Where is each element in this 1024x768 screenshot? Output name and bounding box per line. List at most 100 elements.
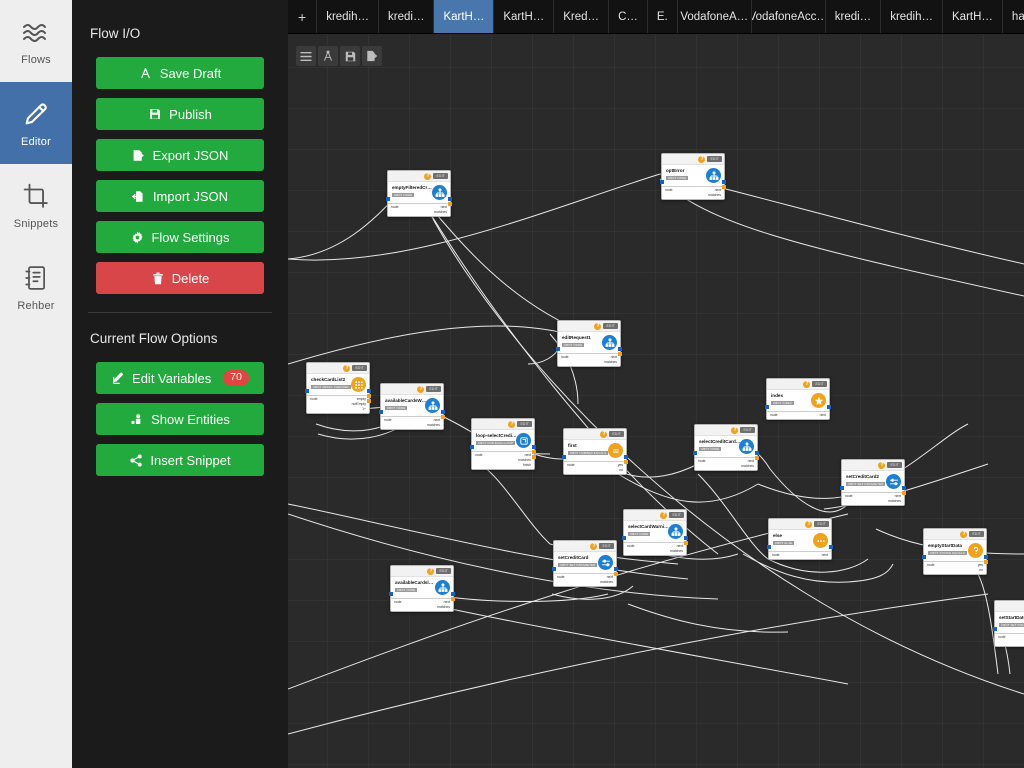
help-icon[interactable]: ? bbox=[878, 462, 885, 469]
node-output-port[interactable] bbox=[532, 450, 536, 454]
tab-item[interactable]: kredih… bbox=[881, 0, 943, 33]
export-icon[interactable] bbox=[362, 46, 382, 66]
help-icon[interactable]: ? bbox=[417, 386, 424, 393]
add-tab-button[interactable]: + bbox=[288, 0, 317, 33]
save-draft-button[interactable]: Save Draft bbox=[96, 57, 264, 89]
node-input-port[interactable] bbox=[379, 410, 383, 414]
node-input-port[interactable] bbox=[922, 555, 926, 559]
flow-node[interactable]: ?EDITcheckCardList2CBOT ARRAY CHECKERnod… bbox=[306, 362, 370, 414]
node-output-port[interactable] bbox=[827, 405, 831, 409]
node-input-port[interactable] bbox=[840, 486, 844, 490]
tab-item[interactable]: KartH… bbox=[943, 0, 1003, 33]
sidebar-item-flows[interactable]: Flows bbox=[0, 0, 72, 82]
help-icon[interactable]: ? bbox=[803, 381, 810, 388]
insert-snippet-button[interactable]: Insert Snippet bbox=[96, 444, 264, 476]
delete-button[interactable]: Delete bbox=[96, 262, 264, 294]
node-edit-button[interactable]: EDIT bbox=[603, 323, 618, 329]
tab-item[interactable]: E. bbox=[648, 0, 678, 33]
flow-node[interactable]: ?EDITeditRequest1CBOT NODEnodenextmatche… bbox=[557, 320, 621, 367]
menu-icon[interactable] bbox=[296, 46, 316, 66]
help-icon[interactable]: ? bbox=[427, 568, 434, 575]
node-output-port[interactable] bbox=[441, 415, 445, 419]
node-output-port[interactable] bbox=[448, 202, 452, 206]
edit-variables-button[interactable]: Edit Variables 70 bbox=[96, 362, 264, 394]
floppy-icon[interactable] bbox=[340, 46, 360, 66]
node-input-port[interactable] bbox=[556, 347, 560, 351]
node-output-port[interactable] bbox=[684, 541, 688, 545]
node-edit-button[interactable]: EDIT bbox=[969, 531, 984, 537]
node-input-port[interactable] bbox=[562, 455, 566, 459]
flow-node[interactable]: ?EDITindexCBOT INDEXnodenext bbox=[766, 378, 830, 420]
node-output-port[interactable] bbox=[614, 567, 618, 571]
flow-node[interactable]: ?EDITselectCreditCard…CBOT NODEnodenextm… bbox=[694, 424, 758, 471]
node-edit-button[interactable]: EDIT bbox=[599, 543, 614, 549]
tab-item[interactable]: VodafoneA… bbox=[678, 0, 752, 33]
node-output-port[interactable] bbox=[367, 389, 371, 393]
node-input-port[interactable] bbox=[552, 567, 556, 571]
import-json-button[interactable]: Import JSON bbox=[96, 180, 264, 212]
tab-item[interactable]: Kred… bbox=[554, 0, 609, 33]
node-output-port[interactable] bbox=[614, 572, 618, 576]
node-edit-button[interactable]: EDIT bbox=[436, 568, 451, 574]
flow-node[interactable]: ?EDITemptyFilteredCre…CBOT NODEnodenextm… bbox=[387, 170, 451, 217]
node-output-port[interactable] bbox=[722, 185, 726, 189]
node-edit-button[interactable]: EDIT bbox=[426, 386, 441, 392]
node-output-port[interactable] bbox=[441, 410, 445, 414]
help-icon[interactable]: ? bbox=[590, 543, 597, 550]
node-input-port[interactable] bbox=[386, 197, 390, 201]
tab-item[interactable]: kredi… bbox=[826, 0, 881, 33]
node-edit-button[interactable]: EDIT bbox=[887, 462, 902, 468]
node-edit-button[interactable]: EDIT bbox=[352, 365, 367, 371]
node-output-port[interactable] bbox=[624, 455, 628, 459]
node-output-port[interactable] bbox=[755, 451, 759, 455]
tab-item[interactable]: kredih… bbox=[317, 0, 379, 33]
node-input-port[interactable] bbox=[993, 627, 997, 631]
flow-node[interactable]: ?EDITloop-selectCredi…CBOT FOR EACH LOOP… bbox=[471, 418, 535, 470]
node-output-port[interactable] bbox=[367, 394, 371, 398]
node-output-port[interactable] bbox=[902, 491, 906, 495]
node-output-port[interactable] bbox=[451, 597, 455, 601]
node-output-port[interactable] bbox=[451, 592, 455, 596]
node-input-port[interactable] bbox=[470, 445, 474, 449]
tab-item[interactable]: ha… bbox=[1003, 0, 1024, 33]
node-edit-button[interactable]: EDIT bbox=[812, 381, 827, 387]
node-output-port[interactable] bbox=[532, 455, 536, 459]
node-output-port[interactable] bbox=[984, 555, 988, 559]
node-input-port[interactable] bbox=[767, 545, 771, 549]
flow-node[interactable]: ?EDITavailableCardsW…CBOT NODEnodenextma… bbox=[380, 383, 444, 430]
node-edit-button[interactable]: EDIT bbox=[669, 512, 684, 518]
tab-item[interactable]: KartH… bbox=[434, 0, 494, 33]
node-input-port[interactable] bbox=[693, 451, 697, 455]
node-input-port[interactable] bbox=[660, 180, 664, 184]
flow-settings-button[interactable]: Flow Settings bbox=[96, 221, 264, 253]
node-edit-button[interactable]: EDIT bbox=[814, 521, 829, 527]
node-output-port[interactable] bbox=[755, 456, 759, 460]
help-icon[interactable]: ? bbox=[960, 531, 967, 538]
node-output-port[interactable] bbox=[618, 352, 622, 356]
node-edit-button[interactable]: EDIT bbox=[609, 431, 624, 437]
node-output-port[interactable] bbox=[367, 399, 371, 403]
node-output-port[interactable] bbox=[984, 560, 988, 564]
help-icon[interactable]: ? bbox=[508, 421, 515, 428]
node-output-port[interactable] bbox=[902, 486, 906, 490]
node-output-port[interactable] bbox=[722, 180, 726, 184]
node-output-port[interactable] bbox=[618, 347, 622, 351]
flow-node[interactable]: ?EDITsetCreditCard2CBOT SET PARAMETERnod… bbox=[841, 459, 905, 506]
node-output-port[interactable] bbox=[532, 445, 536, 449]
flow-node[interactable]: ?EDITemptyStartDataCBOT STRING EQUALSnod… bbox=[923, 528, 987, 575]
help-icon[interactable]: ? bbox=[731, 427, 738, 434]
node-input-port[interactable] bbox=[389, 592, 393, 596]
help-icon[interactable]: ? bbox=[424, 173, 431, 180]
help-icon[interactable]: ? bbox=[594, 323, 601, 330]
publish-button[interactable]: Publish bbox=[96, 98, 264, 130]
node-edit-button[interactable]: EDIT bbox=[433, 173, 448, 179]
node-output-port[interactable] bbox=[829, 545, 833, 549]
flow-node[interactable]: ?EDITselectCardWarni…CBOT NODEnodenextma… bbox=[623, 509, 687, 556]
sidebar-item-rehber[interactable]: Rehber bbox=[0, 246, 72, 328]
flow-canvas[interactable]: ?EDITemptyFilteredCre…CBOT NODEnodenextm… bbox=[288, 34, 1024, 768]
tab-item[interactable]: C… bbox=[609, 0, 648, 33]
flow-node[interactable]: ?EDITavailableCardsl…CBOT NODEnodenextma… bbox=[390, 565, 454, 612]
tab-item[interactable]: KartH… bbox=[494, 0, 554, 33]
node-input-port[interactable] bbox=[305, 389, 309, 393]
help-icon[interactable]: ? bbox=[343, 365, 350, 372]
